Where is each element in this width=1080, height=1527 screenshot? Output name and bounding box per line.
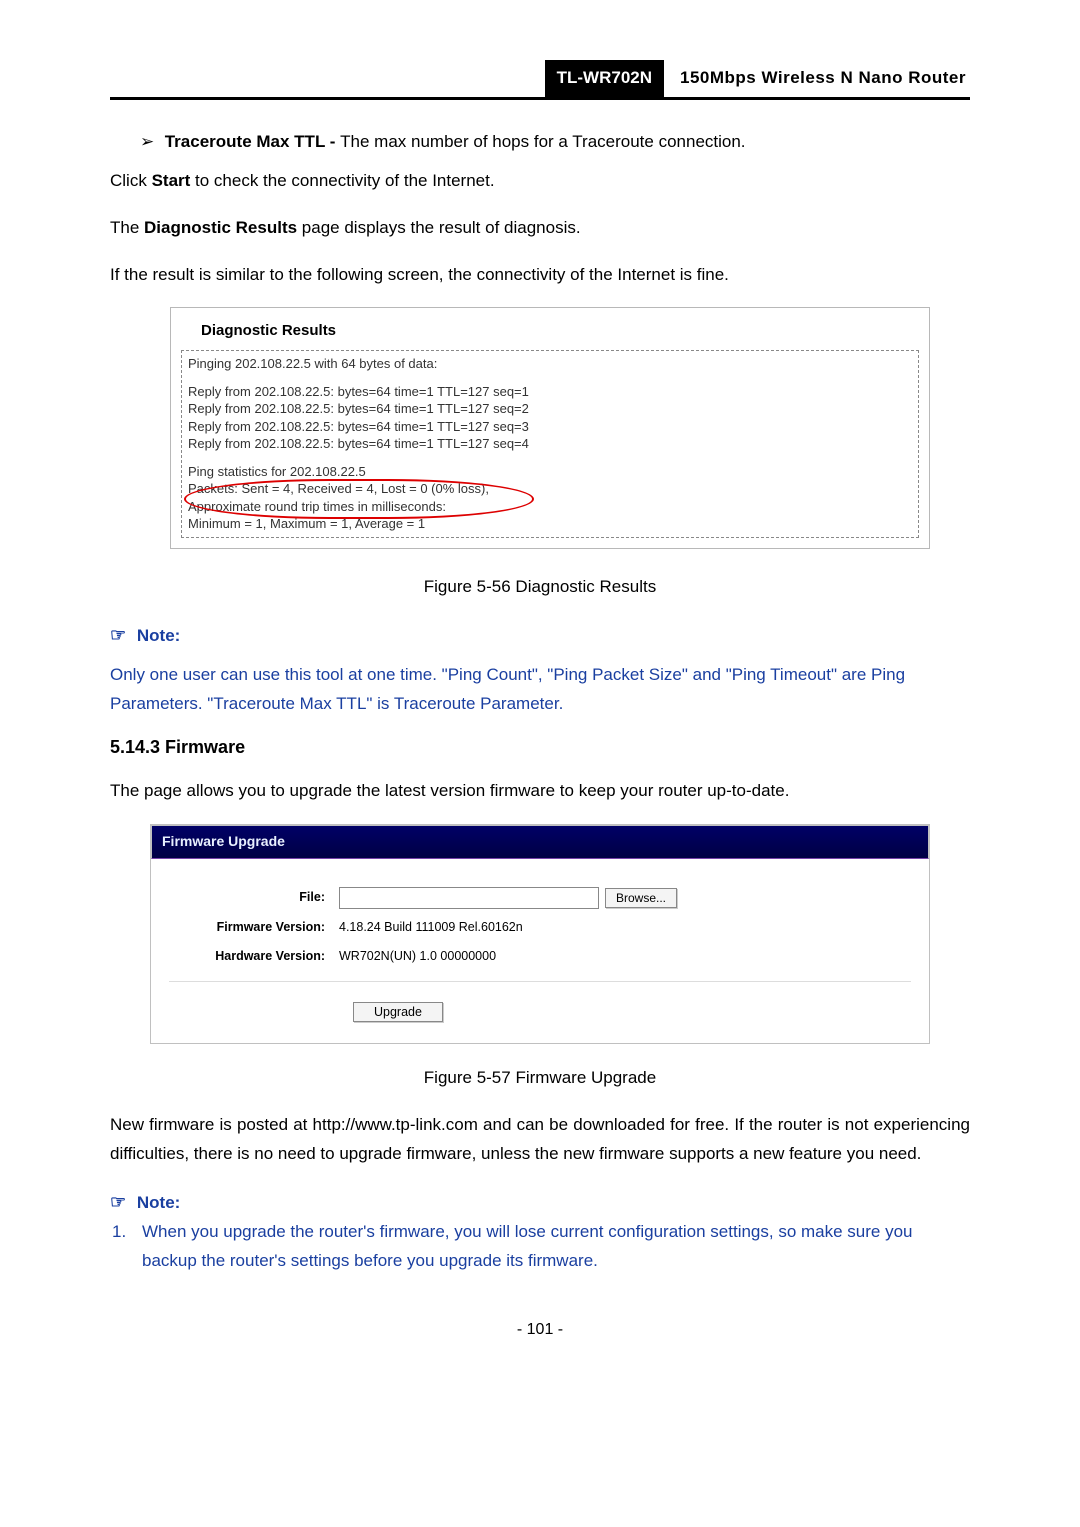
ping-approx-line: Approximate round trip times in millisec… [188, 498, 912, 516]
traceroute-label: Traceroute Max TTL - [165, 132, 340, 151]
upgrade-button[interactable]: Upgrade [353, 1002, 443, 1022]
firmware-upgrade-panel: Firmware Upgrade File: Browse... Firmwar… [150, 824, 930, 1045]
firmware-upgrade-title: Firmware Upgrade [151, 825, 929, 859]
note-number: 1. [112, 1218, 142, 1276]
note-body-1: Only one user can use this tool at one t… [110, 661, 970, 719]
file-input[interactable] [339, 887, 599, 909]
ping-reply-line: Reply from 202.108.22.5: bytes=64 time=1… [188, 400, 912, 418]
ping-minmax-line: Minimum = 1, Maximum = 1, Average = 1 [188, 515, 912, 533]
ping-reply-line: Reply from 202.108.22.5: bytes=64 time=1… [188, 435, 912, 453]
file-label: File: [169, 887, 339, 908]
model-number: TL-WR702N [545, 60, 664, 97]
traceroute-desc: The max number of hops for a Traceroute … [340, 132, 745, 151]
note-item-1: 1. When you upgrade the router's firmwar… [112, 1218, 970, 1276]
hardware-version-value: WR702N(UN) 1.0 00000000 [339, 946, 496, 967]
hardware-version-label: Hardware Version: [169, 946, 339, 967]
paragraph-new-firmware: New firmware is posted at http://www.tp-… [110, 1111, 970, 1169]
paragraph-firmware-intro: The page allows you to upgrade the lates… [110, 777, 970, 806]
diagnostic-results-panel: Diagnostic Results Pinging 202.108.22.5 … [170, 307, 930, 548]
diagnostic-results-title: Diagnostic Results [179, 316, 921, 348]
ping-header-line: Pinging 202.108.22.5 with 64 bytes of da… [188, 355, 912, 373]
pointing-hand-icon: ☞ [110, 1192, 126, 1212]
paragraph-start: Click Start to check the connectivity of… [110, 167, 970, 196]
figure-caption-57: Figure 5-57 Firmware Upgrade [110, 1064, 970, 1093]
pointing-hand-icon: ☞ [110, 625, 126, 645]
ping-stats-header: Ping statistics for 202.108.22.5 [188, 463, 912, 481]
ping-reply-line: Reply from 202.108.22.5: bytes=64 time=1… [188, 383, 912, 401]
ping-reply-line: Reply from 202.108.22.5: bytes=64 time=1… [188, 418, 912, 436]
bullet-arrow-icon: ➢ [140, 128, 160, 157]
traceroute-bullet: ➢ Traceroute Max TTL - The max number of… [140, 128, 970, 157]
diagnostic-results-output: Pinging 202.108.22.5 with 64 bytes of da… [181, 350, 919, 538]
model-description: 150Mbps Wireless N Nano Router [664, 60, 970, 97]
note-text: When you upgrade the router's firmware, … [142, 1218, 970, 1276]
note-label-2: ☞ Note: [110, 1187, 970, 1218]
figure-caption-56: Figure 5-56 Diagnostic Results [110, 573, 970, 602]
firmware-version-label: Firmware Version: [169, 917, 339, 938]
page-number: - 101 - [110, 1316, 970, 1343]
paragraph-diag-results: The Diagnostic Results page displays the… [110, 214, 970, 243]
note-label-1: ☞ Note: [110, 620, 970, 651]
browse-button[interactable]: Browse... [605, 888, 677, 908]
page-header: TL-WR702N 150Mbps Wireless N Nano Router [110, 60, 970, 100]
section-firmware-heading: 5.14.3 Firmware [110, 732, 970, 763]
ping-packets-line: Packets: Sent = 4, Received = 4, Lost = … [188, 480, 912, 498]
paragraph-similar: If the result is similar to the followin… [110, 261, 970, 290]
firmware-version-value: 4.18.24 Build 111009 Rel.60162n [339, 917, 523, 938]
